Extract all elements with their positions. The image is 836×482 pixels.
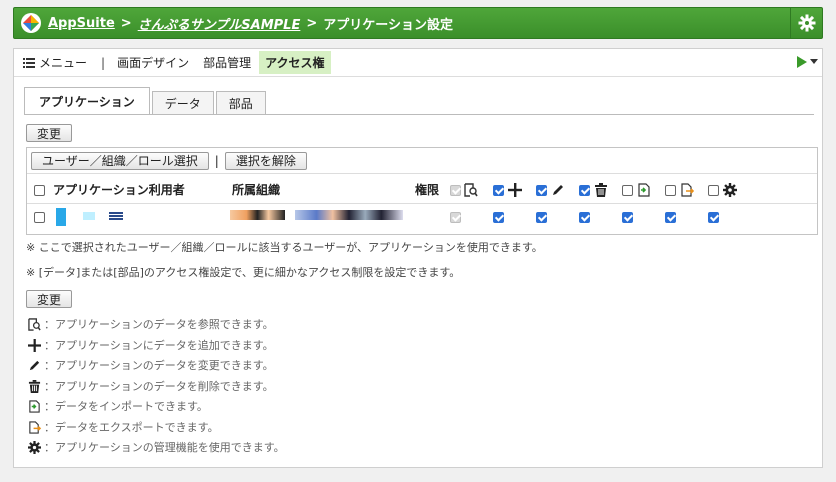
chevron-down-icon <box>810 59 818 64</box>
user-name-redacted <box>56 208 66 226</box>
breadcrumb-separator: > <box>306 15 318 31</box>
delete-all-checkbox[interactable] <box>579 185 590 196</box>
row-admin-checkbox[interactable] <box>708 212 719 223</box>
legend-admin: ：アプリケーションの管理機能を使用できます。 <box>26 439 285 455</box>
row-edit-checkbox[interactable] <box>536 212 547 223</box>
change-button-top[interactable]: 変更 <box>26 124 73 142</box>
legend-text: ：アプリケーションのデータを削除できます。 <box>44 380 274 393</box>
view-icon <box>464 183 478 197</box>
tab-parts[interactable]: 部品 <box>215 91 266 115</box>
admin-all-checkbox[interactable] <box>708 185 719 196</box>
change-button-bottom[interactable]: 変更 <box>26 290 73 308</box>
tab-application[interactable]: アプリケーション <box>24 87 150 115</box>
user-name-redacted <box>109 212 123 214</box>
tab-data[interactable]: データ <box>151 91 214 115</box>
legend-view: ：アプリケーションのデータを参照できます。 <box>26 316 274 332</box>
import-icon <box>638 183 650 197</box>
row-view-checkbox <box>450 212 461 223</box>
org-name-redacted <box>295 210 403 220</box>
menu-access-rights[interactable]: アクセス権 <box>259 51 331 74</box>
add-icon <box>508 183 522 197</box>
org-name-redacted <box>230 210 285 220</box>
settings-button[interactable] <box>790 8 822 38</box>
breadcrumb-separator: > <box>120 15 132 31</box>
admin-gear-icon <box>723 183 737 197</box>
menu-bar: メニュー | 画面デザイン 部品管理 アクセス権 <box>14 49 822 77</box>
content-panel: メニュー | 画面デザイン 部品管理 アクセス権 アプリケーション データ 部品… <box>13 48 823 468</box>
edit-all-checkbox[interactable] <box>536 185 547 196</box>
app-header: AppSuite > さんぷるサンプルSAMPLE > アプリケーション設定 <box>13 7 823 39</box>
row-select-checkbox[interactable] <box>34 212 45 223</box>
access-grid: ユーザー／組織／ロール選択 | 選択を解除 アプリケーション利用者 所属組織 権… <box>26 147 818 235</box>
row-export-checkbox[interactable] <box>665 212 676 223</box>
row-delete-checkbox[interactable] <box>579 212 590 223</box>
import-all-checkbox[interactable] <box>622 185 633 196</box>
toolbar-divider: | <box>214 153 219 168</box>
menu-parts-management[interactable]: 部品管理 <box>203 54 251 71</box>
select-all-checkbox[interactable] <box>34 185 45 196</box>
appsuite-logo-icon <box>21 13 41 33</box>
legend-text: ：データをエクスポートできます。 <box>44 421 219 434</box>
col-header-org: 所属組織 <box>232 183 281 197</box>
tab-bar: アプリケーション データ 部品 <box>24 87 268 115</box>
edit-icon <box>29 360 39 370</box>
export-icon <box>681 183 694 197</box>
menu-divider: | <box>101 55 106 70</box>
tab-underline <box>24 114 814 115</box>
view-all-checkbox <box>450 185 461 196</box>
user-name-redacted <box>83 212 95 220</box>
admin-gear-icon <box>27 440 41 454</box>
legend-text: ：アプリケーションにデータを追加できます。 <box>44 339 274 352</box>
col-header-user: アプリケーション利用者 <box>53 183 185 197</box>
deselect-button[interactable]: 選択を解除 <box>224 151 307 170</box>
note-users: ※ ここで選択されたユーザー／組織／ロールに該当するユーザーが、アプリケーション… <box>26 241 543 254</box>
breadcrumb-appsuite[interactable]: AppSuite <box>48 16 115 31</box>
grid-toolbar: ユーザー／組織／ロール選択 | 選択を解除 <box>27 148 817 174</box>
add-all-checkbox[interactable] <box>493 185 504 196</box>
run-app-button[interactable] <box>796 56 818 68</box>
legend-edit: ：アプリケーションのデータを変更できます。 <box>26 357 274 373</box>
legend-text: ：アプリケーションのデータを参照できます。 <box>44 318 274 331</box>
delete-icon <box>28 379 40 393</box>
legend-text: ：データをインポートできます。 <box>44 400 208 413</box>
add-icon <box>27 338 41 352</box>
table-row <box>27 203 817 231</box>
legend-import: ：データをインポートできます。 <box>26 398 208 414</box>
menu-button[interactable]: メニュー <box>23 54 87 71</box>
select-users-button[interactable]: ユーザー／組織／ロール選択 <box>31 151 209 170</box>
import-icon <box>28 399 40 413</box>
grid-header-row: アプリケーション利用者 所属組織 権限 <box>27 175 817 203</box>
menu-screen-design[interactable]: 画面デザイン <box>117 54 189 71</box>
legend-export: ：データをエクスポートできます。 <box>26 419 219 435</box>
legend-delete: ：アプリケーションのデータを削除できます。 <box>26 378 274 394</box>
delete-icon <box>595 183 607 197</box>
menu-label: メニュー <box>39 56 88 70</box>
export-icon <box>28 420 41 434</box>
export-all-checkbox[interactable] <box>665 185 676 196</box>
col-header-rights: 権限 <box>415 183 440 197</box>
legend-add: ：アプリケーションにデータを追加できます。 <box>26 337 274 353</box>
row-import-checkbox[interactable] <box>622 212 633 223</box>
note-detail: ※ [データ]または[部品]のアクセス権設定で、更に細かなアクセス制限を設定でき… <box>26 266 461 279</box>
legend-text: ：アプリケーションの管理機能を使用できます。 <box>44 441 285 454</box>
legend-text: ：アプリケーションのデータを変更できます。 <box>44 359 274 372</box>
view-icon <box>27 317 41 331</box>
gear-icon <box>798 14 815 32</box>
row-add-checkbox[interactable] <box>493 212 504 223</box>
breadcrumb-app-title[interactable]: さんぷるサンプルSAMPLE <box>138 14 301 33</box>
page-title: アプリケーション設定 <box>323 17 454 33</box>
play-icon <box>797 56 807 68</box>
edit-icon <box>553 185 563 195</box>
menu-list-icon <box>23 57 35 68</box>
